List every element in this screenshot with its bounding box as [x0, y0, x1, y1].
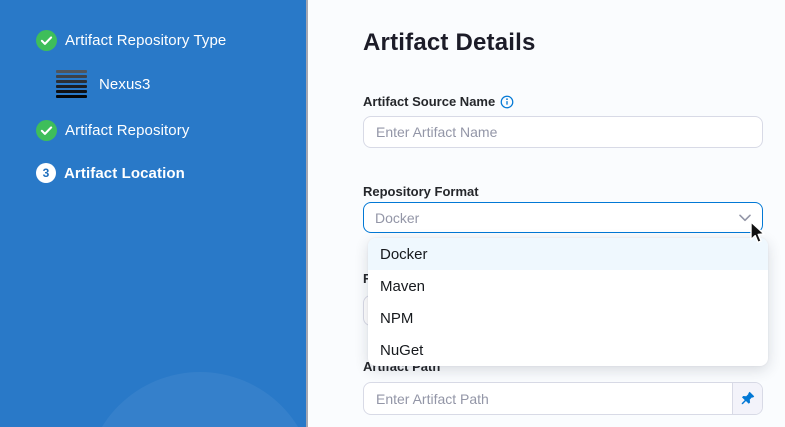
dropdown-option[interactable]: Docker: [368, 238, 768, 270]
pin-icon: [740, 391, 755, 406]
dropdown-option[interactable]: NuGet: [368, 334, 768, 366]
sidebar-selected-repo-type-nexus3[interactable]: Nexus3: [56, 70, 150, 98]
info-icon[interactable]: [500, 95, 514, 109]
sidebar-decorative-circle: [85, 372, 308, 427]
sidebar-step-artifact-location[interactable]: 3 Artifact Location: [36, 163, 185, 183]
nexus3-logo-icon: [56, 70, 87, 98]
dropdown-option[interactable]: Maven: [368, 270, 768, 302]
step-label: Artifact Location: [64, 165, 185, 182]
sidebar-step-artifact-repository-type[interactable]: Artifact Repository Type: [36, 30, 226, 51]
step-label: Artifact Repository Type: [65, 32, 226, 49]
check-circle-icon: [36, 120, 57, 141]
chevron-down-icon: [739, 214, 751, 222]
repository-format-dropdown: Docker Maven NPM NuGet: [368, 238, 768, 366]
label-text: Artifact Source Name: [363, 94, 495, 109]
artifact-source-name-label: Artifact Source Name: [363, 94, 514, 109]
artifact-details-panel: Artifact Details Artifact Source Name Re…: [310, 0, 785, 427]
step-label: Artifact Repository: [65, 122, 189, 139]
repository-format-label: Repository Format: [363, 184, 479, 199]
artifact-source-name-input[interactable]: [363, 116, 763, 148]
label-text: Repository Format: [363, 184, 479, 199]
artifact-path-input[interactable]: [364, 383, 732, 414]
repository-format-select[interactable]: Docker: [363, 202, 763, 233]
step-number-badge: 3: [36, 163, 56, 183]
repo-type-label: Nexus3: [99, 76, 150, 93]
runtime-input-pin-button[interactable]: [732, 383, 762, 414]
artifact-path-field: [363, 382, 763, 415]
wizard-sidebar: Artifact Repository Type Nexus3 Artifact…: [0, 0, 308, 427]
dropdown-option[interactable]: NPM: [368, 302, 768, 334]
page-title: Artifact Details: [363, 29, 536, 57]
check-circle-icon: [36, 30, 57, 51]
select-value: Docker: [375, 210, 419, 226]
artifact-wizard: Artifact Repository Type Nexus3 Artifact…: [0, 0, 785, 427]
sidebar-step-artifact-repository[interactable]: Artifact Repository: [36, 120, 189, 141]
